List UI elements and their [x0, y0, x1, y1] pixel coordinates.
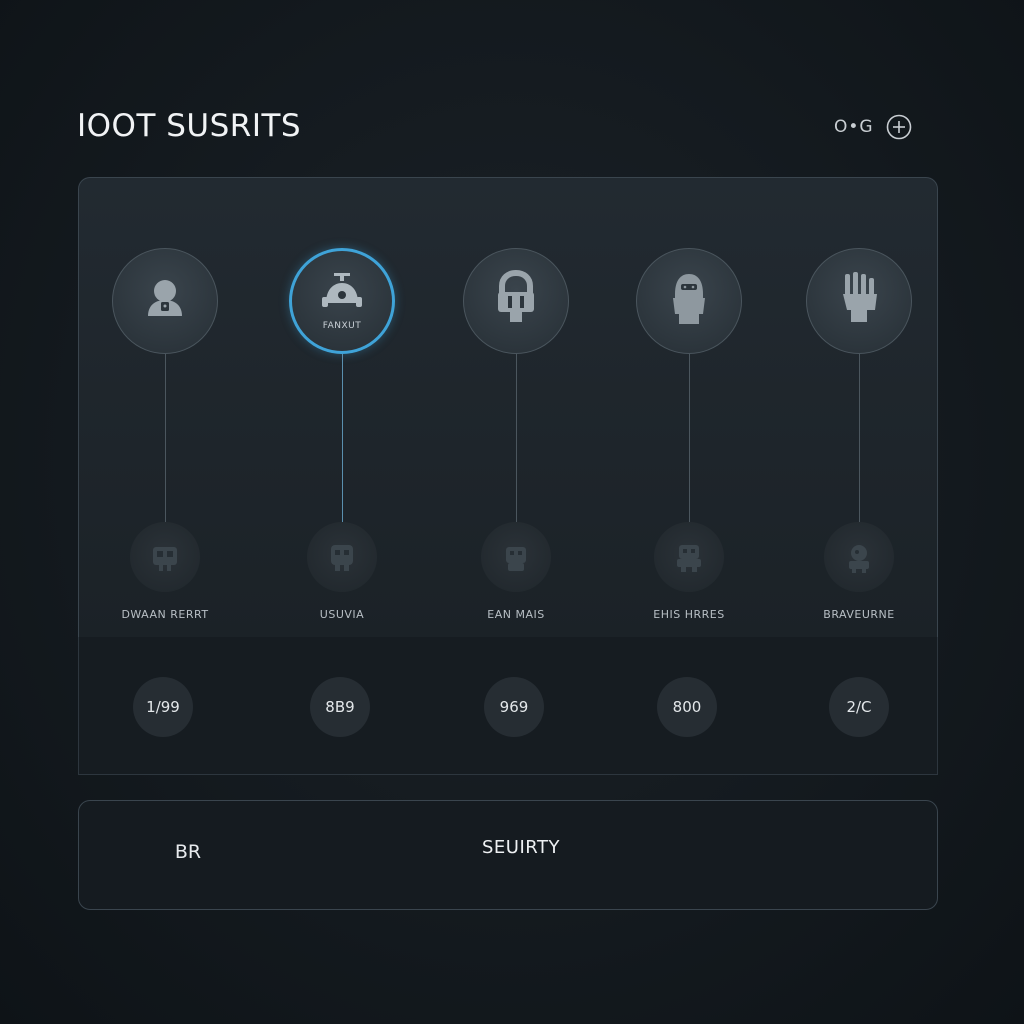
connector-line [342, 354, 343, 522]
device-icon[interactable] [130, 522, 200, 592]
device-icon[interactable] [824, 522, 894, 592]
user-lock-icon [139, 272, 191, 328]
metric-badge-3[interactable]: 969 [484, 677, 544, 737]
node-top-circle[interactable] [463, 248, 569, 354]
node-top-circle[interactable] [112, 248, 218, 354]
robot-icon [316, 271, 368, 319]
header-control-text[interactable]: O•G [834, 117, 874, 137]
connector-line [165, 354, 166, 522]
metric-badge-4[interactable]: 800 [657, 677, 717, 737]
metric-badge-1[interactable]: 1/99 [133, 677, 193, 737]
suit-panel: DWAAN RERRT FANXUT USUVIA EAN MAIS EHIS … [78, 177, 938, 637]
node-top-circle-active[interactable]: FANXUT [289, 248, 395, 354]
connector-line [689, 354, 690, 522]
node-top-label: FANXUT [322, 321, 362, 331]
helmet-icon [663, 268, 715, 332]
node-caption: EAN MAIS [487, 608, 545, 621]
connector-line [859, 354, 860, 522]
node-caption: USUVIA [319, 608, 365, 621]
lock-icon [490, 269, 542, 330]
metric-badge-5[interactable]: 2/C [829, 677, 889, 737]
node-top-circle[interactable] [806, 248, 912, 354]
metric-badge-2[interactable]: 8B9 [310, 677, 370, 737]
device-icon[interactable] [481, 522, 551, 592]
plus-circle-icon[interactable] [886, 114, 912, 140]
connector-line [516, 354, 517, 522]
node-caption: EHIS HRRES [653, 608, 725, 621]
header-controls: O•G [834, 114, 912, 140]
glove-icon [833, 268, 885, 332]
security-label: SEUIRTY [482, 837, 560, 858]
page-title: IOOT SUSRITS [77, 108, 302, 144]
security-bar[interactable]: BR SEUIRTY [78, 800, 938, 910]
node-caption: DWAAN RERRT [121, 608, 209, 621]
node-top-circle[interactable] [636, 248, 742, 354]
node-caption: BRAVEURNE [823, 608, 895, 621]
device-icon[interactable] [307, 522, 377, 592]
device-icon[interactable] [654, 522, 724, 592]
